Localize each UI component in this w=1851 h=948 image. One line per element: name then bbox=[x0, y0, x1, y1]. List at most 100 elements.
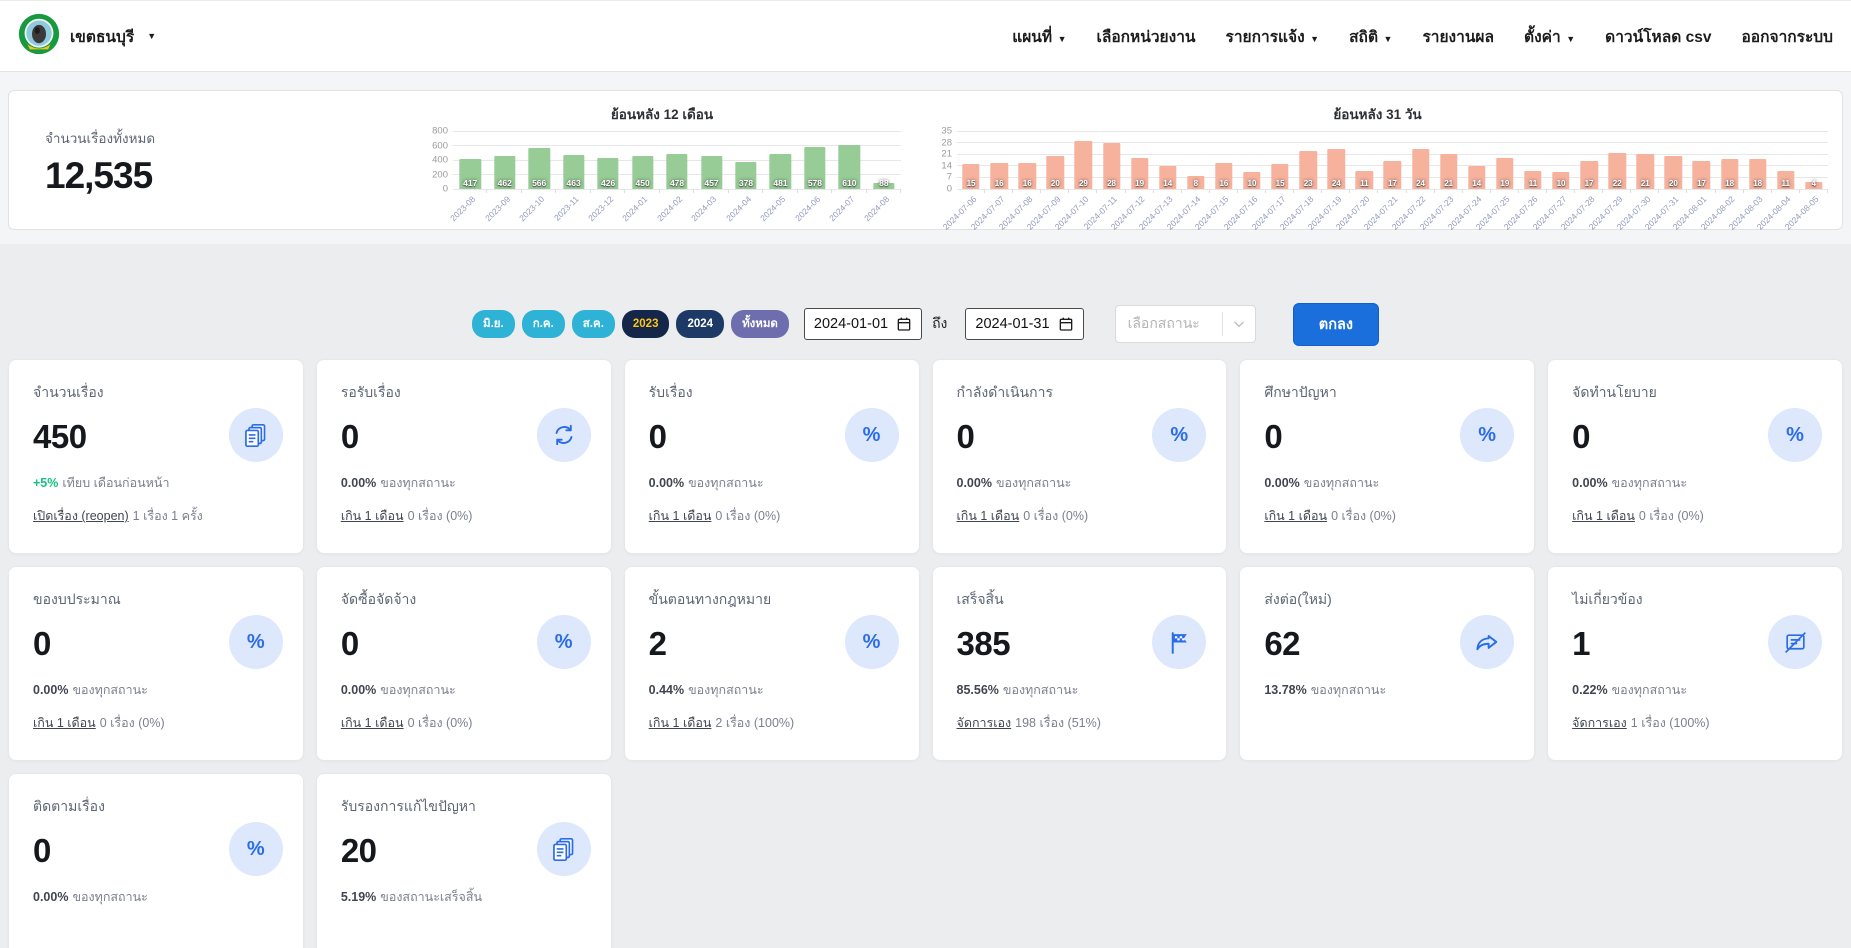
card-link[interactable]: เกิน 1 เดือน bbox=[1572, 509, 1635, 523]
x-tick-label: 2024-01 bbox=[620, 194, 650, 224]
status-select[interactable]: เลือกสถานะ bbox=[1114, 305, 1256, 343]
y-tick-label: 35 bbox=[941, 125, 952, 137]
card-percent-line: 0.00% ของทุกสถานะ bbox=[648, 476, 764, 490]
bar-value-label: 478 bbox=[669, 178, 685, 188]
bar-value-label: 16 bbox=[1219, 179, 1229, 188]
card-title: จัดทำนโยบาย bbox=[1572, 384, 1657, 400]
status-select-placeholder: เลือกสถานะ bbox=[1127, 315, 1200, 331]
bar-slot: 16 2024-07-08 bbox=[996, 131, 1042, 232]
filter-badge-0[interactable]: มิ.ย. bbox=[472, 310, 515, 338]
y-tick-label: 0 bbox=[946, 183, 952, 195]
bar-slot: 450 2024-01 bbox=[621, 131, 661, 223]
bar-slot: 478 2024-02 bbox=[655, 131, 695, 223]
bar-slot: 8 2024-07-14 bbox=[1165, 131, 1210, 232]
card-link[interactable]: เกิน 1 เดือน bbox=[649, 716, 712, 730]
card-percent-line: +5% เทียบ เดือนก่อนหน้า bbox=[33, 476, 170, 490]
card-percent-line: 85.56% ของทุกสถานะ bbox=[956, 683, 1079, 697]
card-link[interactable]: เกิน 1 เดือน bbox=[341, 716, 404, 730]
chart-title: ย้อนหลัง 12 เดือน bbox=[610, 107, 714, 122]
nav-item-3[interactable]: สถิติ ▼ bbox=[1349, 24, 1392, 49]
card-link[interactable]: เกิน 1 เดือน bbox=[33, 716, 96, 730]
total-cases-value: 12,535 bbox=[45, 155, 153, 196]
bar-value-label: 21 bbox=[1444, 179, 1454, 188]
stat-card-7: จัดซื้อจัดจ้าง 0 % 0.00% ของทุกสถานะ เกิน… bbox=[315, 566, 612, 761]
chevron-down-icon: ▼ bbox=[1055, 33, 1067, 44]
calendar-icon bbox=[1059, 317, 1072, 331]
chart-body: 0 7 14 21 28 35 15 2024-07-06 16 2024-07-07 16 202… bbox=[927, 126, 1829, 235]
bar-value-label: 463 bbox=[566, 178, 581, 188]
y-tick-label: 200 bbox=[432, 169, 448, 180]
bar-slot: 417 2023-08 bbox=[448, 131, 488, 223]
card-title: ของบประมาณ bbox=[33, 591, 121, 607]
nav-item-5[interactable]: ตั้งค่า ▼ bbox=[1524, 24, 1575, 49]
quick-filter-badges: มิ.ย. ก.ค. ส.ค. 2023 2024 ทั้งหมด bbox=[472, 310, 789, 338]
x-tick-label: 2024-06 bbox=[792, 194, 822, 224]
filter-badge-1[interactable]: ก.ค. bbox=[521, 310, 565, 338]
stat-card-3: กำลังดำเนินการ 0 % 0.00% ของทุกสถานะ เกิน… bbox=[931, 359, 1228, 554]
bar-slot: 20 2024-07-31 bbox=[1643, 131, 1688, 232]
cards-section: จำนวนเรื่อง 450 +5% เทียบ เดือนก่อนหน้า เ… bbox=[0, 344, 1851, 948]
date-to-value: 2024-01-31 bbox=[975, 316, 1050, 332]
bar-slot: 18 2024-08-03 bbox=[1727, 131, 1772, 232]
card-link[interactable]: จัดการเอง bbox=[957, 716, 1012, 730]
card-link[interactable]: เปิดเรื่อง (reopen) bbox=[33, 509, 129, 523]
bar-value-label: 21 bbox=[1640, 179, 1650, 188]
bar-slot: 18 2024-08-02 bbox=[1699, 131, 1744, 232]
date-from-value: 2024-01-01 bbox=[813, 316, 889, 332]
bar-value-label: 14 bbox=[1472, 179, 1482, 188]
card-link[interactable]: เกิน 1 เดือน bbox=[957, 509, 1020, 523]
nav-item-0[interactable]: แผนที่ ▼ bbox=[1012, 24, 1066, 49]
bar-slot: 15 2024-07-06 bbox=[940, 131, 986, 232]
chevron-down-icon: ▼ bbox=[147, 31, 157, 41]
y-axis: 0 7 14 21 28 35 bbox=[927, 126, 957, 195]
bar-value-label: 22 bbox=[1612, 179, 1622, 188]
refresh-icon bbox=[536, 408, 591, 462]
total-cases-block: จำนวนเรื่องทั้งหมด 12,535 bbox=[23, 101, 423, 225]
bar-slot: 11 2024-07-20 bbox=[1334, 131, 1379, 232]
nav-item-2[interactable]: รายการแจ้ง ▼ bbox=[1226, 24, 1320, 49]
date-from-input[interactable]: 2024-01-01 bbox=[803, 308, 923, 340]
plot-area: 417 2023-08 462 2023-09 566 2023-10 463 2023-11… bbox=[448, 130, 902, 223]
filter-badge-2[interactable]: ส.ค. bbox=[571, 310, 615, 338]
card-title: รับรองการแก้ไขปัญหา bbox=[340, 798, 476, 814]
bar-slot: 24 2024-07-19 bbox=[1306, 131, 1351, 232]
filter-badge-4[interactable]: 2024 bbox=[676, 310, 725, 338]
bar-slot: 17 2024-08-01 bbox=[1671, 131, 1716, 232]
nav-item-6[interactable]: ดาวน์โหลด csv bbox=[1605, 24, 1711, 49]
percent-icon: % bbox=[228, 822, 283, 876]
chevron-down-icon: ▼ bbox=[1381, 33, 1393, 44]
card-title: รอรับเรื่อง bbox=[340, 384, 401, 400]
card-link[interactable]: เกิน 1 เดือน bbox=[1264, 509, 1327, 523]
stat-card-12: ติดตามเรื่อง 0 % 0.00% ของทุกสถานะ bbox=[8, 773, 304, 948]
filter-badge-3[interactable]: 2023 bbox=[621, 310, 670, 338]
flag-icon bbox=[1152, 615, 1207, 669]
bar-value-label: 19 bbox=[1135, 179, 1145, 188]
bar-value-label: 4 bbox=[1811, 179, 1817, 188]
chevron-down-icon: ▼ bbox=[1563, 33, 1576, 44]
bar-value-label: 17 bbox=[1697, 179, 1706, 188]
date-to-input[interactable]: 2024-01-31 bbox=[965, 308, 1084, 340]
nav-item-4[interactable]: รายงานผล bbox=[1422, 24, 1494, 49]
chart-title: ย้อนหลัง 31 วัน bbox=[1333, 107, 1422, 122]
summary-panel: จำนวนเรื่องทั้งหมด 12,535 ย้อนหลัง 12 เด… bbox=[8, 90, 1843, 232]
bar-value-label: 16 bbox=[994, 179, 1004, 188]
x-tick-label: 2023-12 bbox=[586, 194, 616, 224]
filter-badge-5[interactable]: ทั้งหมด bbox=[731, 310, 789, 338]
card-title: ติดตามเรื่อง bbox=[33, 798, 105, 814]
brand-district-selector[interactable]: เขตธนบุรี ▼ bbox=[18, 13, 156, 60]
card-link[interactable]: เกิน 1 เดือน bbox=[341, 509, 404, 523]
card-percent-line: 0.00% ของทุกสถานะ bbox=[340, 683, 456, 697]
bar-value-label: 11 bbox=[1360, 179, 1369, 188]
bar-value-label: 426 bbox=[601, 178, 616, 188]
nav-item-7[interactable]: ออกจากระบบ bbox=[1741, 24, 1833, 49]
submit-button[interactable]: ตกลง bbox=[1292, 302, 1379, 346]
bar-slot: 462 2023-09 bbox=[483, 131, 523, 223]
card-link[interactable]: เกิน 1 เดือน bbox=[649, 509, 712, 523]
nav-item-1[interactable]: เลือกหน่วยงาน bbox=[1097, 24, 1196, 49]
card-title: ศึกษาปัญหา bbox=[1264, 384, 1337, 400]
bar-value-label: 24 bbox=[1416, 179, 1425, 188]
bar-slot: 88 2024-08 bbox=[862, 131, 902, 223]
stat-card-13: รับรองการแก้ไขปัญหา 20 5.19% ของสถานะเสร็… bbox=[315, 773, 612, 948]
card-link[interactable]: จัดการเอง bbox=[1572, 716, 1627, 730]
card-percent-line: 0.00% ของทุกสถานะ bbox=[340, 476, 456, 490]
